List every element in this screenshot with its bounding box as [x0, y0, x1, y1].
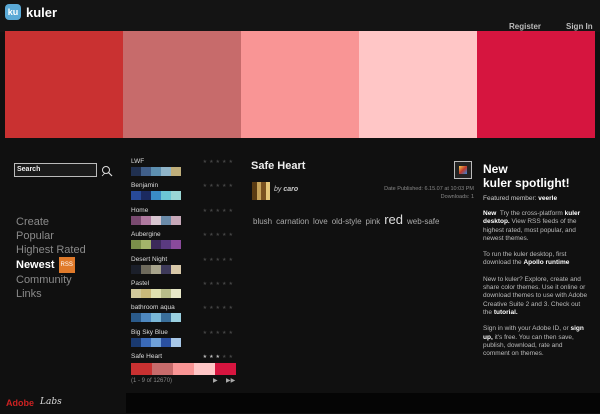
nav-item-links[interactable]: Links [16, 287, 86, 301]
theme-color-strip[interactable] [131, 191, 181, 201]
tag-list: blush carnation love old-style pink red web-sa… [253, 212, 443, 227]
nav-item-create[interactable]: Create [16, 215, 86, 229]
theme-name[interactable]: Home [131, 207, 148, 214]
search-button[interactable] [100, 165, 114, 177]
featured-member-link[interactable]: veerle [538, 195, 557, 202]
tag-link[interactable]: love [313, 217, 328, 226]
nav-item-community[interactable]: Community [16, 273, 86, 287]
theme-color-strip[interactable] [131, 264, 181, 274]
theme-name[interactable]: Big Sky Blue [131, 329, 168, 336]
spotlight-title: New kuler spotlight! [483, 162, 570, 190]
theme-name[interactable]: Pastel [131, 280, 149, 287]
theme-name[interactable]: LWF [131, 158, 144, 165]
rating-stars-icon[interactable]: ★★★★★ [203, 183, 235, 189]
author-name[interactable]: caro [283, 186, 298, 193]
kuler-logo-icon[interactable]: ku [5, 4, 21, 20]
tutorial-link[interactable]: tutorial. [494, 309, 518, 316]
rating-stars-icon[interactable]: ★★★★★ [203, 257, 235, 263]
rating-stars-icon[interactable]: ★★★★★ [203, 232, 235, 238]
next-page-button[interactable]: ▶ [213, 377, 218, 384]
last-page-button[interactable]: ▶▶ [226, 377, 235, 384]
register-link[interactable]: Register [509, 22, 541, 31]
theme-name[interactable]: Desert Night [131, 256, 167, 263]
rss-badge[interactable]: RSS [58, 257, 75, 273]
footer-bar [126, 393, 600, 413]
theme-row[interactable]: Safe Heart ★★★★★ [129, 352, 239, 376]
date-published: Date Published: 6.15.07 at 10:03 PM [384, 186, 474, 192]
author-thumbnail[interactable] [252, 182, 270, 200]
theme-row[interactable]: Desert Night ★★★★★ [129, 255, 239, 279]
featured-swatch-1[interactable] [5, 31, 123, 138]
theme-list: LWF ★★★★★ Benjamin ★★★★★ Home ★★★★★ Aubergine ★… [129, 157, 239, 377]
spotlight-signin-text: Sign in with your Adobe ID, or sign up, … [483, 325, 584, 358]
rating-stars-icon[interactable]: ★★★★★ [203, 159, 235, 165]
nav-item-newest[interactable]: Newest RSS [16, 257, 86, 273]
theme-row[interactable]: Pastel ★★★★★ [129, 279, 239, 303]
featured-theme-swatches [5, 31, 595, 138]
theme-color-strip[interactable] [131, 167, 181, 176]
theme-name[interactable]: Benjamin [131, 182, 158, 189]
tag-link[interactable]: pink [366, 217, 381, 226]
nav-item-highest-rated[interactable]: Highest Rated [16, 243, 86, 257]
featured-swatch-3[interactable] [241, 31, 359, 138]
search-input[interactable]: Search [14, 163, 97, 177]
theme-row[interactable]: Home ★★★★★ [129, 206, 239, 230]
labs-logo[interactable]: Labs [40, 397, 62, 407]
spotlight-apollo-text: To run the kuler desktop, first download… [483, 251, 570, 267]
theme-row[interactable]: LWF ★★★★★ [129, 157, 239, 181]
spotlight-panel: New kuler spotlight! Featured member: ve… [483, 162, 591, 358]
spotlight-desktop-text: New Try the cross-platform kuler desktop… [483, 210, 581, 242]
theme-name[interactable]: Safe Heart [131, 353, 162, 360]
featured-member: Featured member: veerle [483, 195, 558, 202]
apollo-runtime-link[interactable]: Apollo runtime [523, 259, 569, 266]
rating-stars-icon[interactable]: ★★★★★ [203, 305, 235, 311]
tag-link[interactable]: old-style [332, 217, 362, 226]
brand-name[interactable]: kuler [26, 5, 57, 20]
download-count: Downloads: 1 [440, 194, 474, 200]
theme-row[interactable]: Big Sky Blue ★★★★★ [129, 328, 239, 352]
top-bar: ku kuler Register Sign In [0, 0, 600, 32]
pager-count: (1 - 9 of 12670) [131, 378, 173, 384]
featured-swatch-2[interactable] [123, 31, 241, 138]
theme-color-strip[interactable] [131, 288, 181, 298]
featured-swatch-4[interactable] [359, 31, 477, 138]
theme-color-strip[interactable] [131, 363, 236, 376]
theme-color-strip[interactable] [131, 215, 181, 225]
tag-link[interactable]: blush [253, 217, 272, 226]
search-icon [102, 166, 110, 174]
theme-row[interactable]: bathroom aqua ★★★★★ [129, 303, 239, 327]
theme-name[interactable]: Aubergine [131, 231, 161, 238]
tag-link[interactable]: red [384, 212, 403, 227]
rating-stars-icon[interactable]: ★★★★★ [203, 330, 235, 336]
adobe-logo[interactable]: Adobe [6, 398, 34, 408]
rating-stars-icon[interactable]: ★★★★★ [203, 354, 235, 360]
sign-in-link[interactable]: Sign In [566, 22, 593, 31]
theme-title: Safe Heart [251, 160, 306, 172]
tag-link[interactable]: web-safe [407, 217, 439, 226]
tag-link[interactable]: carnation [276, 217, 309, 226]
theme-color-strip[interactable] [131, 240, 181, 250]
rating-stars-icon[interactable]: ★★★★★ [203, 281, 235, 287]
theme-row[interactable]: Benjamin ★★★★★ [129, 181, 239, 205]
search-label: Search [17, 166, 41, 173]
theme-color-strip[interactable] [131, 313, 181, 323]
main-nav: Create Popular Highest Rated Newest RSS Commu… [16, 215, 86, 301]
rating-stars-icon[interactable]: ★★★★★ [203, 208, 235, 214]
theme-options-icon[interactable] [454, 161, 472, 179]
theme-row[interactable]: Aubergine ★★★★★ [129, 230, 239, 254]
theme-author: by caro [274, 186, 299, 193]
theme-name[interactable]: bathroom aqua [131, 304, 175, 311]
nav-item-popular[interactable]: Popular [16, 229, 86, 243]
spotlight-intro-text: New to kuler? Explore, create and share … [483, 275, 588, 316]
featured-swatch-5[interactable] [477, 31, 595, 138]
theme-color-strip[interactable] [131, 337, 181, 347]
